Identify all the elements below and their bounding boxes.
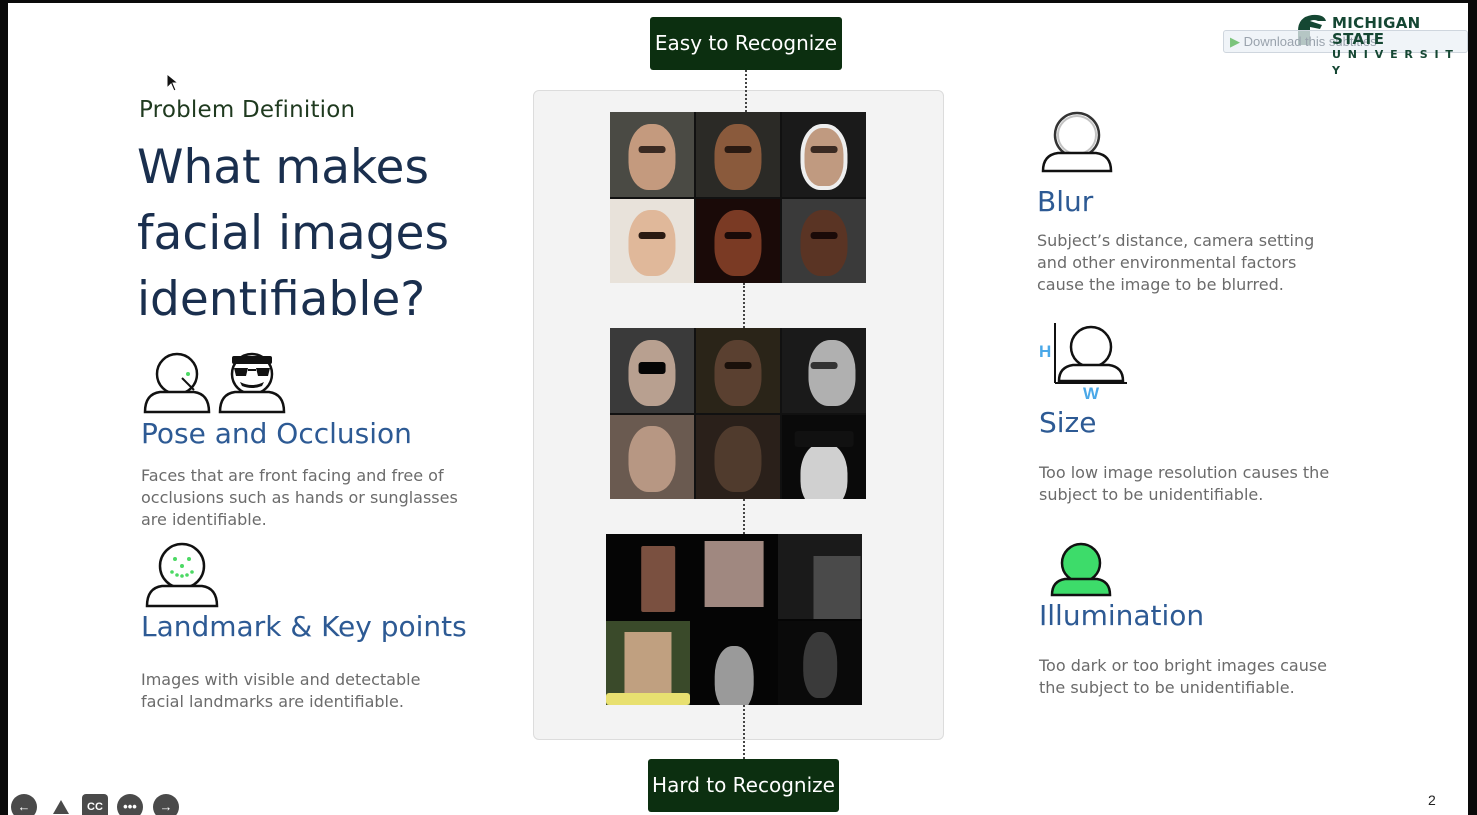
face-image bbox=[782, 112, 866, 197]
scale-connector-line bbox=[745, 70, 747, 112]
face-image bbox=[696, 112, 780, 197]
next-slide-button[interactable]: → bbox=[153, 794, 179, 815]
page-number: 2 bbox=[1428, 792, 1436, 808]
landmark-keypoints-description: Images with visible and detectable facia… bbox=[141, 670, 421, 711]
slide-title: What makes facial images identifiable? bbox=[137, 140, 449, 327]
face-image bbox=[782, 328, 866, 413]
face-image bbox=[696, 198, 780, 283]
illumination-title: Illumination bbox=[1039, 599, 1205, 632]
more-options-button[interactable]: ••• bbox=[117, 794, 143, 815]
face-image bbox=[692, 534, 776, 619]
size-person-icon: H W bbox=[1039, 319, 1131, 406]
scale-connector-line bbox=[743, 283, 745, 328]
pen-icon bbox=[49, 800, 73, 815]
landmark-face-icon bbox=[144, 540, 224, 615]
cc-label: CC bbox=[87, 801, 103, 813]
easy-to-recognize-label: Easy to Recognize bbox=[650, 17, 842, 70]
play-icon: ▶ bbox=[1230, 34, 1240, 49]
scale-connector-line bbox=[743, 499, 745, 534]
arrow-left-icon: ← bbox=[17, 799, 31, 814]
face-image bbox=[696, 328, 780, 413]
face-image bbox=[696, 414, 780, 499]
blur-description: Subject’s distance, camera setting and o… bbox=[1037, 231, 1315, 294]
slide: ▶ Download this subtitles MICHIGAN STATE… bbox=[8, 3, 1468, 815]
blur-title: Blur bbox=[1037, 185, 1094, 218]
face-image bbox=[692, 620, 776, 705]
illumination-person-icon bbox=[1049, 541, 1113, 602]
scale-connector-line bbox=[743, 705, 745, 759]
pen-tool-button[interactable] bbox=[48, 794, 74, 815]
closed-captions-button[interactable]: CC bbox=[82, 794, 108, 815]
easy-faces-grid bbox=[610, 112, 866, 283]
hard-to-recognize-label: Hard to Recognize bbox=[648, 759, 839, 812]
face-image bbox=[782, 414, 866, 499]
mouse-cursor-icon bbox=[166, 72, 180, 98]
size-title: Size bbox=[1039, 406, 1097, 439]
medium-faces-grid bbox=[610, 328, 866, 499]
section-label: Problem Definition bbox=[139, 97, 356, 123]
hard-faces-grid bbox=[606, 534, 862, 705]
face-image bbox=[610, 198, 694, 283]
face-image bbox=[778, 534, 862, 619]
svg-text:H: H bbox=[1039, 342, 1051, 361]
pose-occlusion-description: Faces that are front facing and free of … bbox=[141, 466, 458, 529]
university-logo-text: MICHIGAN STATE U N I V E R S I T Y bbox=[1332, 15, 1468, 79]
blur-person-icon bbox=[1040, 109, 1114, 178]
landmark-keypoints-title: Landmark & Key points bbox=[141, 610, 467, 643]
face-image bbox=[610, 414, 694, 499]
size-description: Too low image resolution causes the subj… bbox=[1039, 463, 1330, 504]
face-image bbox=[610, 328, 694, 413]
ellipsis-icon: ••• bbox=[123, 799, 137, 814]
pose-occlusion-icon bbox=[142, 350, 292, 419]
face-image bbox=[778, 620, 862, 705]
pose-occlusion-title: Pose and Occlusion bbox=[141, 417, 412, 450]
face-image bbox=[606, 620, 690, 705]
face-image bbox=[606, 534, 690, 619]
svg-text:W: W bbox=[1083, 384, 1100, 401]
face-image bbox=[610, 112, 694, 197]
face-image bbox=[782, 198, 866, 283]
logo-line-2: U N I V E R S I T Y bbox=[1332, 48, 1455, 77]
previous-slide-button[interactable]: ← bbox=[11, 794, 37, 815]
illumination-description: Too dark or too bright images cause the … bbox=[1039, 656, 1328, 697]
logo-line-1: MICHIGAN STATE bbox=[1332, 14, 1421, 48]
arrow-right-icon: → bbox=[159, 799, 173, 814]
